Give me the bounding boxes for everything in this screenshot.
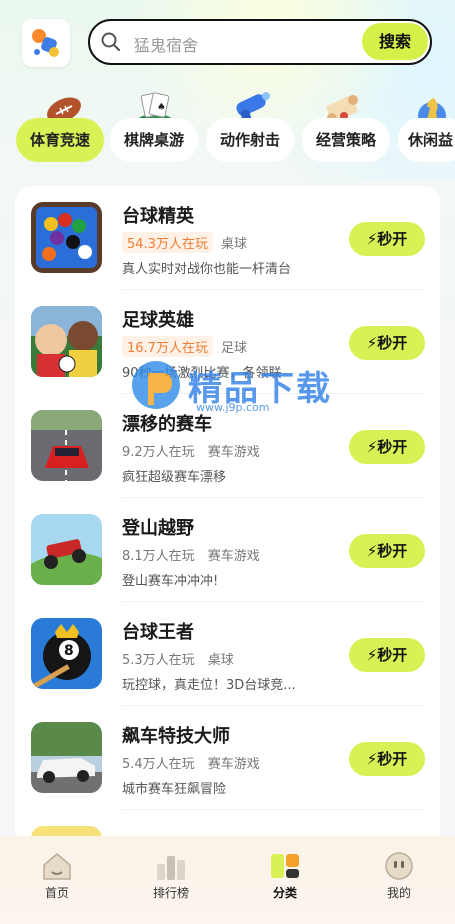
- instant-play-button[interactable]: ⚡秒开: [349, 430, 425, 464]
- lightning-icon: ⚡: [366, 750, 378, 768]
- instant-play-button[interactable]: ⚡秒开: [349, 638, 425, 672]
- category-icon: [271, 854, 299, 878]
- bottom-tab-bar: 首页 排行榜 分类 我的: [0, 836, 455, 924]
- search-bar[interactable]: 猛鬼宿舍 搜索: [88, 19, 432, 65]
- game-description: 疯狂超级赛车漂移: [122, 470, 227, 485]
- lightning-icon: ⚡: [366, 230, 378, 248]
- instant-play-label: 秒开: [377, 334, 408, 352]
- players-count: 8.1万人在玩: [122, 549, 195, 564]
- tab-category[interactable]: 分类: [228, 836, 342, 924]
- app-logo-icon: [32, 29, 59, 57]
- game-genre: 桌球: [207, 653, 234, 668]
- home-icon: [43, 853, 71, 880]
- category-tab-sports[interactable]: 体育竞速: [16, 118, 104, 162]
- game-description: 城市赛车狂飙冒险: [122, 782, 227, 797]
- game-thumbnail[interactable]: [31, 722, 102, 793]
- game-description: 真人实时对战你也能一杆清台: [122, 262, 292, 277]
- players-count: 5.3万人在玩: [122, 653, 195, 668]
- game-row[interactable]: 足球英雄 16.7万人在玩 足球 90秒一场激烈比赛，各领联 ⚡秒开: [15, 290, 440, 394]
- game-row[interactable]: 飙车特技大师 5.4万人在玩 赛车游戏 城市赛车狂飙冒险 ⚡秒开: [15, 706, 440, 810]
- drift-car-thumb-icon: [31, 410, 102, 481]
- offroad-thumb-icon: [31, 514, 102, 585]
- game-meta: 16.7万人在玩 足球: [122, 336, 247, 357]
- lightning-icon: ⚡: [366, 438, 378, 456]
- players-count: 9.2万人在玩: [122, 445, 195, 460]
- tab-ranking[interactable]: 排行榜: [114, 836, 228, 924]
- game-meta: 8.1万人在玩 赛车游戏: [122, 544, 260, 565]
- lightning-icon: ⚡: [366, 334, 378, 352]
- svg-text:8: 8: [64, 643, 74, 659]
- category-bar: ♠ 体育竞速 棋牌桌游 动作射击 经营策略 休闲益: [0, 88, 455, 178]
- sports-car-thumb-icon: [31, 722, 102, 793]
- instant-play-button[interactable]: ⚡秒开: [349, 534, 425, 568]
- instant-play-label: 秒开: [377, 750, 408, 768]
- game-genre: 赛车游戏: [207, 549, 260, 564]
- game-list: 台球精英 54.3万人在玩 桌球 真人实时对战你也能一杆清台 ⚡秒开 足球英雄 1…: [15, 186, 440, 846]
- soccer-thumb-icon: [31, 306, 102, 377]
- tab-label: 首页: [44, 886, 69, 900]
- game-thumbnail[interactable]: [31, 202, 102, 273]
- game-row[interactable]: 台球精英 54.3万人在玩 桌球 真人实时对战你也能一杆清台 ⚡秒开: [15, 186, 440, 290]
- billiards-thumb-icon: [31, 202, 102, 273]
- instant-play-label: 秒开: [377, 646, 408, 664]
- game-thumbnail[interactable]: [31, 514, 102, 585]
- lightning-icon: ⚡: [366, 646, 378, 664]
- game-genre: 赛车游戏: [207, 445, 260, 460]
- players-count: 5.4万人在玩: [122, 757, 195, 772]
- game-title: 飙车特技大师: [122, 726, 230, 747]
- game-title: 漂移的赛车: [122, 414, 212, 435]
- game-thumbnail[interactable]: [31, 306, 102, 377]
- profile-icon: [385, 852, 413, 880]
- instant-play-label: 秒开: [377, 542, 408, 560]
- category-tab-cards[interactable]: 棋牌桌游: [110, 118, 198, 162]
- game-meta: 54.3万人在玩 桌球: [122, 232, 247, 253]
- game-thumbnail[interactable]: 8: [31, 618, 102, 689]
- game-meta: 9.2万人在玩 赛车游戏: [122, 440, 260, 461]
- search-icon: [101, 32, 121, 52]
- instant-play-button[interactable]: ⚡秒开: [349, 742, 425, 776]
- svg-text:♠: ♠: [157, 102, 166, 113]
- game-row[interactable]: 登山越野 8.1万人在玩 赛车游戏 登山赛车冲冲冲! ⚡秒开: [15, 498, 440, 602]
- tab-label: 排行榜: [152, 886, 189, 900]
- tab-label: 分类: [272, 886, 297, 900]
- players-badge: 16.7万人在玩: [122, 336, 213, 357]
- game-title: 台球王者: [122, 622, 194, 643]
- category-tab-action[interactable]: 动作射击: [206, 118, 294, 162]
- app-logo[interactable]: [22, 19, 70, 67]
- category-tab-casual[interactable]: 休闲益: [398, 118, 455, 162]
- game-genre: 赛车游戏: [207, 757, 260, 772]
- game-genre: 桌球: [220, 237, 247, 252]
- game-title: 登山越野: [122, 518, 194, 539]
- search-button[interactable]: 搜索: [362, 23, 428, 60]
- instant-play-label: 秒开: [377, 230, 408, 248]
- tab-profile[interactable]: 我的: [342, 836, 455, 924]
- category-tab-strategy[interactable]: 经营策略: [302, 118, 390, 162]
- game-row[interactable]: 漂移的赛车 9.2万人在玩 赛车游戏 疯狂超级赛车漂移 ⚡秒开: [15, 394, 440, 498]
- game-description: 登山赛车冲冲冲!: [122, 574, 219, 589]
- lightning-icon: ⚡: [366, 542, 378, 560]
- game-meta: 5.4万人在玩 赛车游戏: [122, 752, 260, 773]
- instant-play-button[interactable]: ⚡秒开: [349, 222, 425, 256]
- game-genre: 足球: [220, 341, 247, 356]
- ranking-icon: [157, 856, 185, 880]
- game-title: 台球精英: [122, 206, 194, 227]
- game-meta: 5.3万人在玩 桌球: [122, 648, 234, 669]
- game-thumbnail[interactable]: [31, 410, 102, 481]
- players-badge: 54.3万人在玩: [122, 232, 213, 253]
- game-description: 玩控球，真走位！3D台球竞...: [122, 678, 296, 693]
- tab-home[interactable]: 首页: [0, 836, 114, 924]
- game-title: 足球英雄: [122, 310, 194, 331]
- tab-label: 我的: [386, 886, 411, 900]
- game-row[interactable]: 8 台球王者 5.3万人在玩 桌球 玩控球，真走位！3D台球竞... ⚡秒开: [15, 602, 440, 706]
- instant-play-button[interactable]: ⚡秒开: [349, 326, 425, 360]
- instant-play-label: 秒开: [377, 438, 408, 456]
- search-input[interactable]: 猛鬼宿舍: [134, 32, 198, 56]
- game-description: 90秒一场激烈比赛，各领联: [122, 366, 282, 381]
- eight-ball-thumb-icon: 8: [31, 618, 102, 689]
